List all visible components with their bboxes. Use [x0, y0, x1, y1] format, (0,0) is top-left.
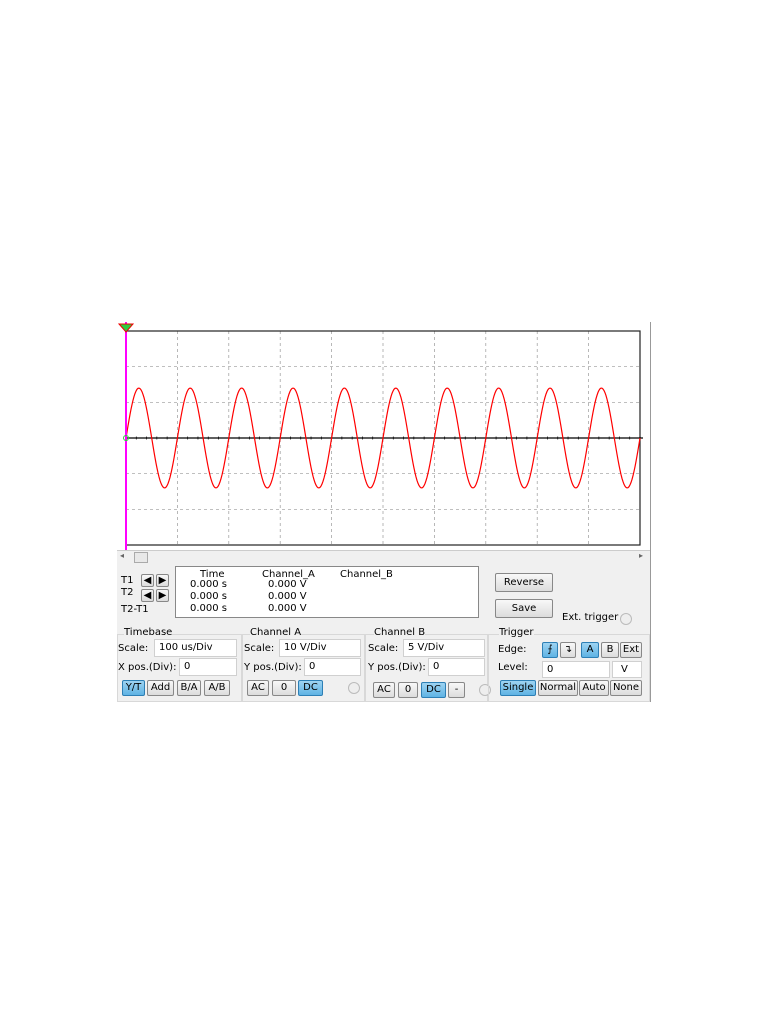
t2-label: T2	[121, 587, 134, 598]
channel-a-ypos-input[interactable]: 0	[304, 658, 361, 676]
channel-b-zero-button[interactable]: 0	[398, 682, 418, 698]
t1-label: T1	[121, 575, 134, 586]
trigger-source-b-button[interactable]: B	[601, 642, 619, 658]
channel-a-color-radio[interactable]	[348, 682, 360, 694]
xpos-label: X pos.(Div):	[118, 662, 177, 673]
mode-ab-button[interactable]: A/B	[204, 680, 230, 696]
header-channel-b: Channel_B	[340, 569, 393, 580]
t1-right-button[interactable]: ▶	[156, 574, 169, 587]
channel-a-scale-input[interactable]: 10 V/Div	[279, 639, 361, 657]
mode-add-button[interactable]: Add	[147, 680, 174, 696]
trigger-single-button[interactable]: Single	[500, 680, 536, 696]
t2-time: 0.000 s	[190, 591, 228, 602]
scroll-thumb[interactable]	[134, 552, 148, 563]
timebase-title: Timebase	[124, 627, 173, 638]
rising-edge-button[interactable]: ⨍	[542, 642, 558, 658]
mode-ba-button[interactable]: B/A	[177, 680, 201, 696]
channel-b-ypos-label: Y pos.(Div):	[368, 662, 426, 673]
delta-channel-a: 0.000 V	[268, 603, 307, 614]
t2t1-label: T2-T1	[121, 604, 149, 615]
channel-a-title: Channel A	[250, 627, 302, 638]
xpos-input[interactable]: 0	[179, 658, 237, 676]
channel-b-minus-button[interactable]: -	[448, 682, 465, 698]
trigger-none-button[interactable]: None	[610, 680, 642, 696]
t2-right-button[interactable]: ▶	[156, 589, 169, 602]
channel-a-ac-button[interactable]: AC	[247, 680, 269, 696]
trigger-source-ext-button[interactable]: Ext	[620, 642, 642, 658]
t1-channel-a: 0.000 V	[268, 579, 307, 590]
channel-a-dc-button[interactable]: DC	[298, 680, 323, 696]
channel-a-zero-button[interactable]: 0	[272, 680, 296, 696]
channel-a-ypos-label: Y pos.(Div):	[244, 662, 302, 673]
t2-channel-a: 0.000 V	[268, 591, 307, 602]
trigger-title: Trigger	[499, 627, 534, 638]
t1-time: 0.000 s	[190, 579, 228, 590]
scope-screen	[117, 322, 650, 550]
save-button[interactable]: Save	[495, 599, 553, 618]
trigger-level-unit: V	[612, 661, 642, 678]
edge-label: Edge:	[498, 644, 527, 655]
ext-trigger-radio[interactable]	[620, 613, 632, 625]
cursor-readout-table: Time Channel_A Channel_B 0.000 s 0.000 V…	[175, 566, 479, 618]
scroll-left-icon[interactable]: ◂	[120, 551, 124, 560]
reverse-button[interactable]: Reverse	[495, 573, 553, 592]
channel-b-scale-input[interactable]: 5 V/Div	[403, 639, 485, 657]
trigger-auto-button[interactable]: Auto	[579, 680, 609, 696]
level-label: Level:	[498, 662, 528, 673]
delta-time: 0.000 s	[190, 603, 228, 614]
oscilloscope-panel: ◂ ▸ T1 T2 T2-T1 ◀ ▶ ◀ ▶ Time Channel_A C…	[117, 322, 651, 702]
timebase-scale-input[interactable]: 100 us/Div	[154, 639, 237, 657]
horizontal-scrollbar[interactable]: ◂ ▸	[117, 550, 650, 563]
channel-b-title: Channel B	[374, 627, 426, 638]
channel-b-dc-button[interactable]: DC	[421, 682, 446, 698]
falling-edge-button[interactable]: ↴	[560, 642, 576, 658]
channel-b-scale-label: Scale:	[368, 643, 399, 654]
trigger-normal-button[interactable]: Normal	[538, 680, 578, 696]
timebase-scale-label: Scale:	[118, 643, 149, 654]
ext-trigger-label: Ext. trigger	[562, 612, 619, 623]
channel-b-ypos-input[interactable]: 0	[428, 658, 485, 676]
channel-a-scale-label: Scale:	[244, 643, 275, 654]
trigger-source-a-button[interactable]: A	[581, 642, 599, 658]
t2-left-button[interactable]: ◀	[141, 589, 154, 602]
scroll-right-icon[interactable]: ▸	[639, 551, 643, 560]
channel-b-ac-button[interactable]: AC	[373, 682, 395, 698]
t1-left-button[interactable]: ◀	[141, 574, 154, 587]
trigger-level-input[interactable]: 0	[542, 661, 610, 678]
mode-yt-button[interactable]: Y/T	[122, 680, 145, 696]
